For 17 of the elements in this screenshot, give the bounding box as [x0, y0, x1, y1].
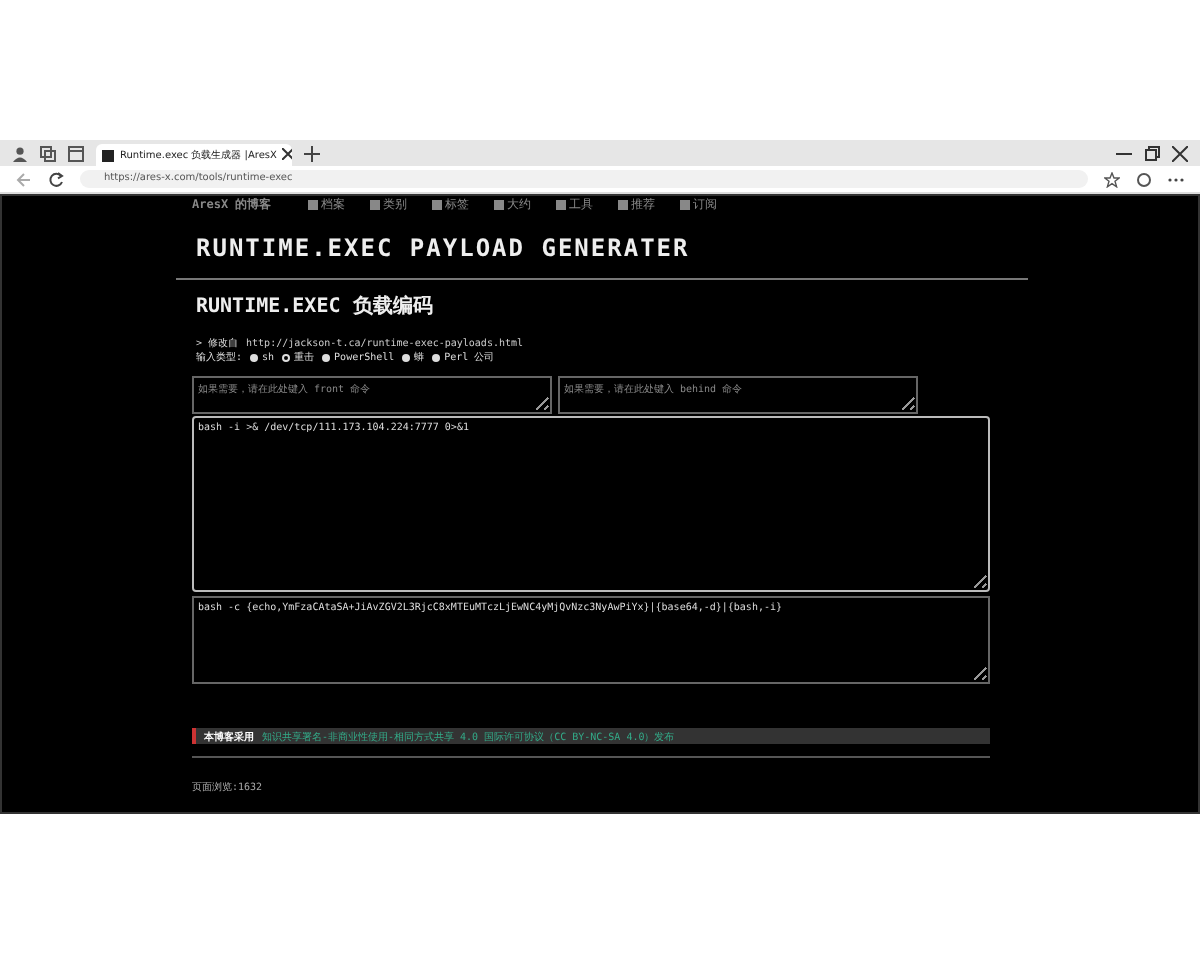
close-icon[interactable]	[1172, 145, 1188, 161]
profile-icon[interactable]	[12, 145, 28, 161]
radio-button[interactable]	[250, 353, 259, 361]
collections-icon[interactable]	[40, 145, 56, 161]
restore-icon[interactable]	[1144, 145, 1160, 161]
reload-icon[interactable]	[48, 171, 64, 187]
radio-button[interactable]	[282, 353, 291, 361]
radio-button[interactable]	[402, 353, 411, 361]
favorite-icon[interactable]	[1104, 171, 1120, 187]
page-title: RUNTIME.EXEC PAYLOAD GENERATER	[196, 234, 692, 262]
radio-button[interactable]	[322, 353, 331, 361]
site-favicon	[102, 149, 114, 161]
close-icon[interactable]	[282, 147, 292, 163]
new-tab-icon[interactable]	[304, 145, 320, 161]
section-title: RUNTIME.EXEC 负载编码	[196, 293, 435, 320]
radio-button[interactable]	[432, 353, 441, 361]
tab-actions-icon[interactable]	[68, 145, 84, 161]
